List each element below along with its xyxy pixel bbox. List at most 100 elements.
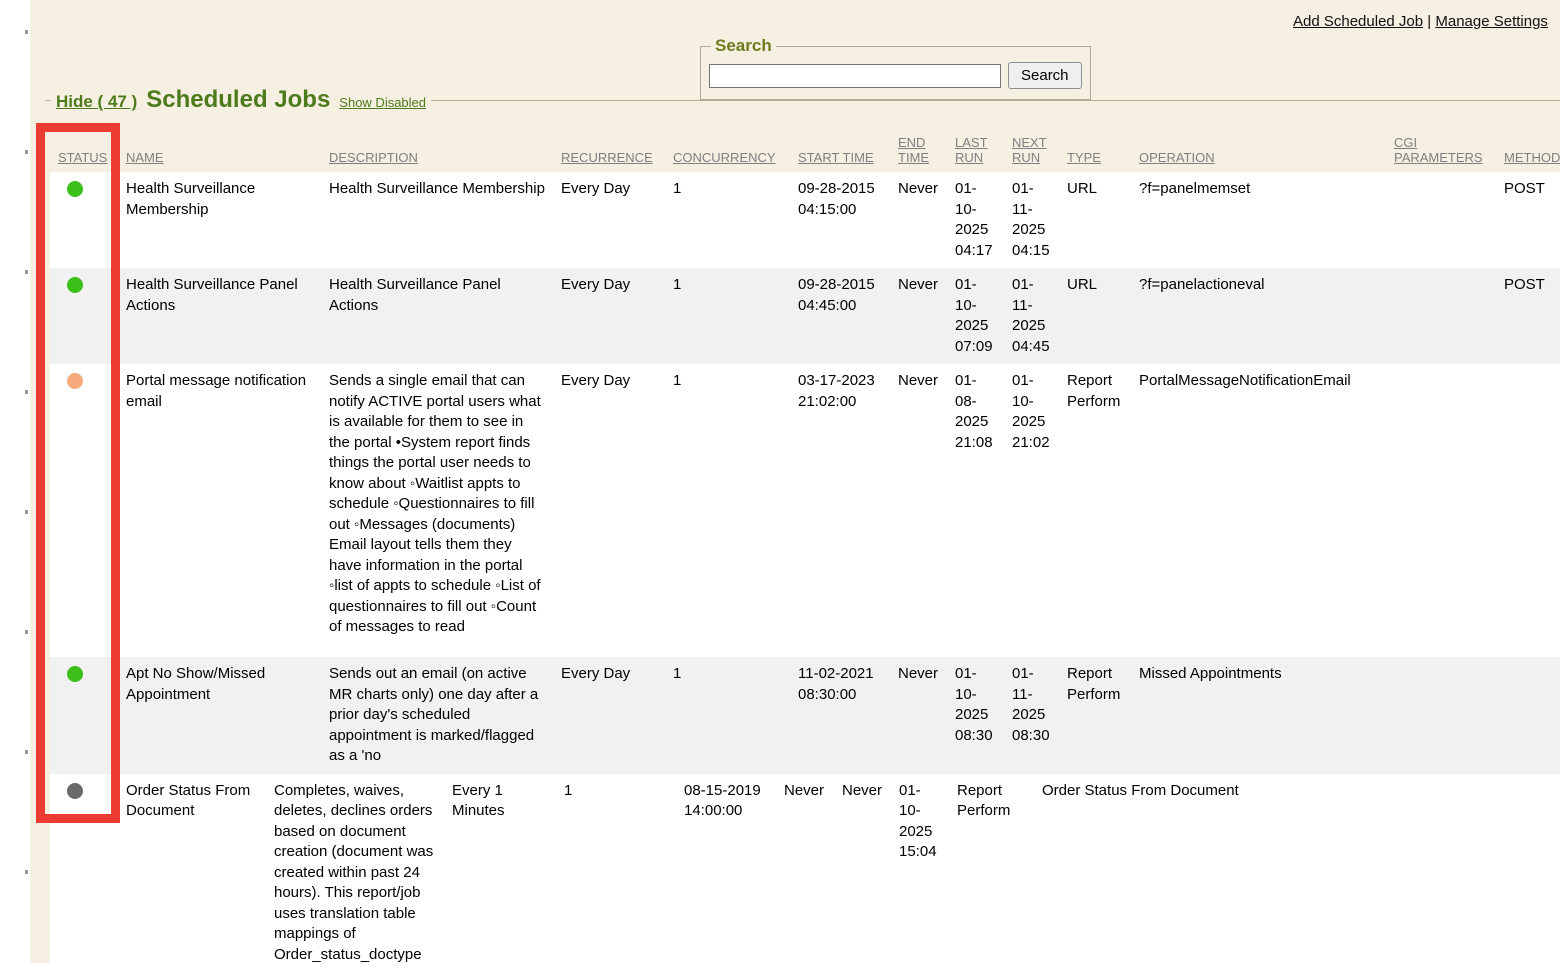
cell-operation: PortalMessageNotificationEmail bbox=[1131, 364, 1386, 657]
cell-method: POST bbox=[1496, 172, 1560, 268]
cell-last-run: 01-08-2025 21:08 bbox=[947, 364, 1004, 657]
cell-name: Portal message notification email bbox=[118, 364, 321, 657]
cell-name: Health Surveillance Membership bbox=[118, 172, 321, 268]
cell-recurrence: Every Day bbox=[553, 172, 665, 268]
jobs-table-continued: Order Status From Document Completes, wa… bbox=[50, 774, 1560, 972]
cell-name: Order Status From Document bbox=[118, 774, 266, 972]
cell-start-time: 09-28-2015 04:15:00 bbox=[790, 172, 890, 268]
job-row[interactable]: Apt No Show/Missed Appointment Sends out… bbox=[50, 657, 1560, 774]
job-row[interactable]: Health Surveillance Membership Health Su… bbox=[50, 172, 1560, 268]
col-header-start-time[interactable]: START TIME bbox=[790, 128, 890, 172]
cell-recurrence: Every 1 Minutes bbox=[444, 774, 556, 972]
show-disabled-link[interactable]: Show Disabled bbox=[339, 95, 426, 110]
cell-cgi-parameters bbox=[1386, 364, 1496, 657]
add-scheduled-job-link[interactable]: Add Scheduled Job bbox=[1293, 13, 1423, 30]
cell-status bbox=[50, 172, 118, 268]
cell-concurrency: 1 bbox=[665, 268, 790, 364]
cell-cgi-parameters bbox=[1386, 268, 1496, 364]
cell-next-run: 01-10-2025 21:02 bbox=[1004, 364, 1059, 657]
cell-recurrence: Every Day bbox=[553, 657, 665, 774]
status-indicator bbox=[67, 666, 83, 682]
scheduled-jobs-legend: Hide ( 47 ) Scheduled Jobs Show Disabled bbox=[51, 86, 431, 114]
col-header-last-run[interactable]: LAST RUN bbox=[947, 128, 1004, 172]
search-panel-legend: Search bbox=[711, 36, 776, 56]
job-row[interactable]: Health Surveillance Panel Actions Health… bbox=[50, 268, 1560, 364]
cell-status bbox=[50, 268, 118, 364]
col-header-operation[interactable]: OPERATION bbox=[1131, 128, 1386, 172]
job-row[interactable]: Order Status From Document Completes, wa… bbox=[50, 774, 1560, 972]
status-indicator bbox=[67, 373, 83, 389]
cell-start-time: 03-17-2023 21:02:00 bbox=[790, 364, 890, 657]
cell-status bbox=[50, 774, 118, 972]
page-title: Scheduled Jobs bbox=[146, 86, 330, 114]
cell-method bbox=[1496, 364, 1560, 657]
search-input[interactable] bbox=[709, 64, 1001, 88]
cell-last-run: 01-10-2025 07:09 bbox=[947, 268, 1004, 364]
cell-end-time: Never bbox=[776, 774, 834, 972]
cell-end-time: Never bbox=[890, 364, 947, 657]
scheduled-jobs-table: STATUS NAME DESCRIPTION RECURRENCE CONCU… bbox=[50, 128, 1560, 972]
status-indicator bbox=[67, 181, 83, 197]
status-indicator bbox=[67, 783, 83, 799]
cell-name: Health Surveillance Panel Actions bbox=[118, 268, 321, 364]
cell-operation: Order Status From Document bbox=[1034, 774, 1560, 972]
cell-type: URL bbox=[1059, 172, 1131, 268]
cell-start-time: 08-15-2019 14:00:00 bbox=[676, 774, 776, 972]
cell-cgi-parameters bbox=[1386, 172, 1496, 268]
cell-description: Health Surveillance Membership bbox=[321, 172, 553, 268]
col-header-type[interactable]: TYPE bbox=[1059, 128, 1131, 172]
link-separator: | bbox=[1427, 13, 1431, 30]
status-indicator bbox=[67, 277, 83, 293]
cell-concurrency: 1 bbox=[665, 657, 790, 774]
cell-next-run: 01-11-2025 04:15 bbox=[1004, 172, 1059, 268]
cell-description: Sends a single email that can notify ACT… bbox=[321, 364, 553, 657]
cell-description: Sends out an email (on active MR charts … bbox=[321, 657, 553, 774]
cell-next-run: 01-11-2025 04:45 bbox=[1004, 268, 1059, 364]
manage-settings-link[interactable]: Manage Settings bbox=[1435, 13, 1548, 30]
cell-method bbox=[1496, 657, 1560, 774]
cell-name: Apt No Show/Missed Appointment bbox=[118, 657, 321, 774]
cell-next-run: 01-10-2025 15:04 bbox=[891, 774, 949, 972]
cell-start-time: 09-28-2015 04:45:00 bbox=[790, 268, 890, 364]
cell-cgi-parameters bbox=[1386, 657, 1496, 774]
cell-recurrence: Every Day bbox=[553, 268, 665, 364]
cell-recurrence: Every Day bbox=[553, 364, 665, 657]
col-header-end-time[interactable]: END TIME bbox=[890, 128, 947, 172]
cell-end-time: Never bbox=[890, 268, 947, 364]
jobs-table-main: STATUS NAME DESCRIPTION RECURRENCE CONCU… bbox=[50, 128, 1560, 774]
table-header-row: STATUS NAME DESCRIPTION RECURRENCE CONCU… bbox=[50, 128, 1560, 172]
cell-type: URL bbox=[1059, 268, 1131, 364]
cell-type: Report Perform bbox=[1059, 657, 1131, 774]
cell-next-run: 01-11-2025 08:30 bbox=[1004, 657, 1059, 774]
col-header-next-run[interactable]: NEXT RUN bbox=[1004, 128, 1059, 172]
cell-end-time: Never bbox=[890, 657, 947, 774]
cell-method: POST bbox=[1496, 268, 1560, 364]
col-header-concurrency[interactable]: CONCURRENCY bbox=[665, 128, 790, 172]
cell-operation: ?f=panelactioneval bbox=[1131, 268, 1386, 364]
job-row[interactable]: Portal message notification email Sends … bbox=[50, 364, 1560, 657]
cell-last-run: 01-10-2025 04:17 bbox=[947, 172, 1004, 268]
col-header-recurrence[interactable]: RECURRENCE bbox=[553, 128, 665, 172]
cell-start-time: 11-02-2021 08:30:00 bbox=[790, 657, 890, 774]
col-header-cgi-parameters[interactable]: CGI PARAMETERS bbox=[1386, 128, 1496, 172]
cell-description: Completes, waives, deletes, declines ord… bbox=[266, 774, 444, 972]
col-header-method[interactable]: METHOD bbox=[1496, 128, 1560, 172]
hide-count-link[interactable]: Hide ( 47 ) bbox=[56, 92, 137, 112]
cell-end-time: Never bbox=[890, 172, 947, 268]
cell-concurrency: 1 bbox=[665, 172, 790, 268]
cell-type: Report Perform bbox=[1059, 364, 1131, 657]
cell-operation: Missed Appointments bbox=[1131, 657, 1386, 774]
col-header-name[interactable]: NAME bbox=[118, 128, 321, 172]
col-header-description[interactable]: DESCRIPTION bbox=[321, 128, 553, 172]
top-action-links: Add Scheduled Job | Manage Settings bbox=[1293, 13, 1548, 30]
cell-status bbox=[50, 657, 118, 774]
search-button[interactable]: Search bbox=[1008, 62, 1082, 89]
col-header-status[interactable]: STATUS bbox=[50, 128, 118, 172]
cell-last-run: 01-10-2025 08:30 bbox=[947, 657, 1004, 774]
cell-status bbox=[50, 364, 118, 657]
cell-concurrency: 1 bbox=[665, 364, 790, 657]
cell-description: Health Surveillance Panel Actions bbox=[321, 268, 553, 364]
cell-operation: ?f=panelmemset bbox=[1131, 172, 1386, 268]
left-margin-ruler bbox=[0, 0, 30, 963]
cell-type: Report Perform bbox=[949, 774, 1034, 972]
